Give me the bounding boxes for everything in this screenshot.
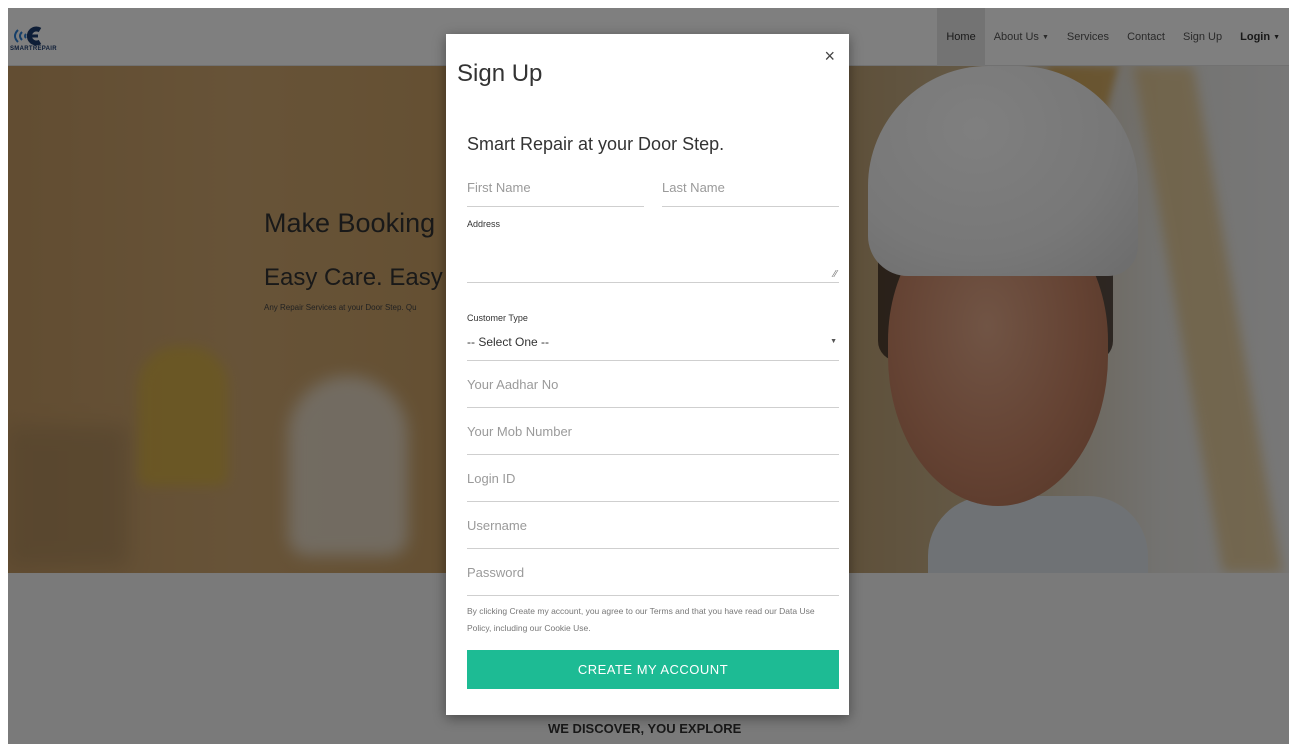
customer-type-value: -- Select One --: [467, 334, 550, 349]
first-name-input[interactable]: First Name: [467, 169, 644, 207]
form-subtitle: Smart Repair at your Door Step.: [467, 134, 725, 154]
create-account-button[interactable]: CREATE MY ACCOUNT: [467, 650, 839, 689]
name-row: First Name Last Name: [467, 169, 839, 207]
username-input[interactable]: Username: [467, 502, 839, 549]
modal-title: Sign Up: [457, 60, 543, 87]
customer-type-select[interactable]: -- Select One -- ▼: [467, 323, 839, 361]
page: SMARTREPAIR Home About Us▼ Services Cont…: [8, 8, 1289, 744]
login-id-input[interactable]: Login ID: [467, 455, 839, 502]
customer-type-label: Customer Type: [467, 313, 528, 323]
aadhar-input[interactable]: Your Aadhar No: [467, 361, 839, 408]
chevron-down-icon: ▼: [830, 338, 837, 345]
password-input[interactable]: Password: [467, 549, 839, 596]
resize-handle-icon[interactable]: ⁄⁄: [834, 269, 837, 280]
last-name-input[interactable]: Last Name: [662, 169, 839, 207]
address-textarea[interactable]: ⁄⁄: [467, 229, 839, 283]
terms-text: By clicking Create my account, you agree…: [467, 606, 815, 633]
signup-form: Smart Repair at your Door Step. First Na…: [467, 134, 839, 689]
mobile-input[interactable]: Your Mob Number: [467, 408, 839, 455]
signup-modal: × Sign Up Smart Repair at your Door Step…: [446, 34, 849, 715]
address-label: Address: [467, 219, 501, 229]
close-icon[interactable]: ×: [824, 46, 835, 67]
